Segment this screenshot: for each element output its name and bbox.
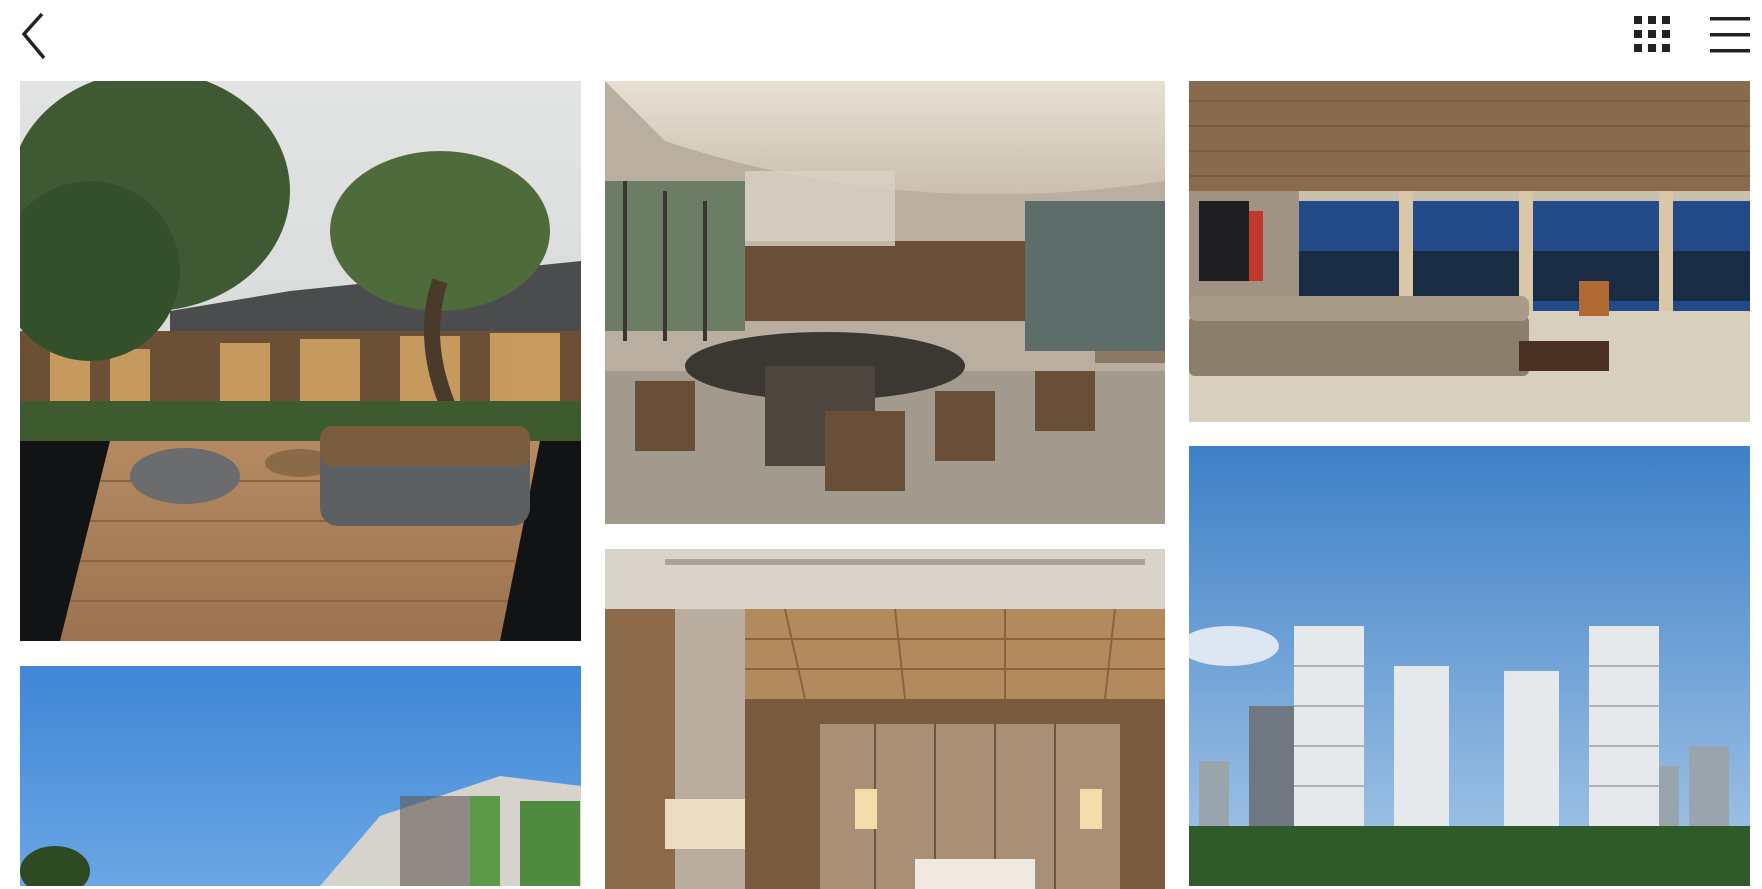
gallery-image-living-room[interactable]: living-room-with-city-view bbox=[1189, 81, 1750, 422]
gallery-image-dining-lounge[interactable]: dining-lounge-interior bbox=[605, 81, 1165, 524]
image-gallery: courtyard-deck-with-trees bbox=[0, 0, 1762, 889]
courtyard-image bbox=[20, 81, 581, 641]
facade-image bbox=[20, 666, 581, 886]
gallery-image-facade[interactable]: building-facade-blue-sky bbox=[20, 666, 581, 886]
dining-lounge-image bbox=[605, 81, 1165, 524]
gallery-image-towers[interactable]: residential-towers-skyline bbox=[1189, 446, 1750, 886]
gallery-image-courtyard[interactable]: courtyard-deck-with-trees bbox=[20, 81, 581, 641]
towers-image bbox=[1189, 446, 1750, 886]
bedroom-image bbox=[605, 549, 1165, 889]
gallery-image-bedroom[interactable]: bedroom-timber-ceiling bbox=[605, 549, 1165, 889]
living-room-image bbox=[1189, 81, 1750, 422]
